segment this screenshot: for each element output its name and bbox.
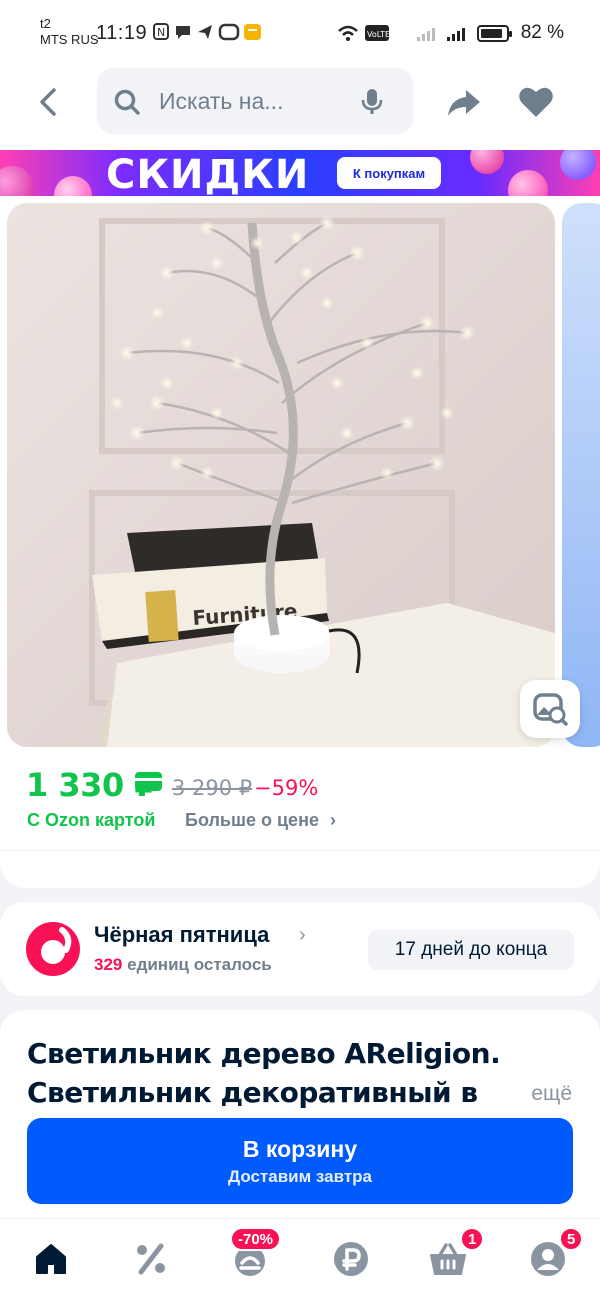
black-friday-title: Чёрная пятница <box>94 922 270 947</box>
notification-icons: N <box>152 22 282 47</box>
days-left-badge: 17 дней до конца <box>368 930 574 970</box>
decor-ball <box>508 170 548 196</box>
promo-title: СКИДКИ <box>106 152 310 196</box>
ozon-card-label[interactable]: С Ozon картой <box>27 810 155 831</box>
search-icon <box>114 89 140 115</box>
chevron-left-icon <box>40 88 56 116</box>
visual-search-button[interactable] <box>520 680 580 738</box>
heart-icon <box>519 87 553 117</box>
next-photo-preview[interactable] <box>562 203 600 747</box>
search-placeholder: Искать на... <box>159 88 284 114</box>
percent-icon <box>137 1243 165 1275</box>
tab-profile-badge: 5 <box>559 1227 584 1251</box>
favorite-button[interactable] <box>516 82 556 122</box>
battery-icon <box>476 24 512 42</box>
top-bar: Искать на... <box>0 64 600 150</box>
tab-fresh-badge: -70% <box>230 1227 282 1251</box>
discount-badge: −59% <box>254 776 319 800</box>
product-title: Светильник дерево AReligion. Светильник … <box>27 1037 501 1109</box>
signal-sim1-icon <box>416 25 435 41</box>
svg-text:N: N <box>157 26 167 39</box>
carrier-name-secondary: MTS RUS <box>40 32 99 47</box>
carrier-info: t2 MTS RUS <box>40 16 99 48</box>
battery-percent: 82 % <box>520 22 564 43</box>
delivery-label: Доставим завтра <box>228 1167 372 1186</box>
decor-ball <box>470 150 504 174</box>
decor-ball <box>0 166 34 196</box>
decor-ball <box>560 150 596 180</box>
share-icon <box>448 90 480 116</box>
system-status: VoLTE 82 % <box>335 22 564 44</box>
add-to-cart-label: В корзину <box>242 1136 358 1162</box>
tab-home[interactable] <box>31 1239 71 1279</box>
units-left-count: 329 <box>94 955 123 974</box>
add-to-cart-button[interactable]: В корзину Доставим завтра <box>27 1118 573 1204</box>
product-photo[interactable]: Furniture <box>7 203 555 747</box>
promo-shop-button[interactable]: К покупкам <box>337 157 441 189</box>
notification-icons-set: N <box>153 23 261 41</box>
microphone-icon[interactable] <box>361 88 383 116</box>
old-price: 3 290 ₽ <box>172 776 253 800</box>
clock: 11:19 <box>96 22 148 44</box>
price-card: 1 330 ₽ 3 290 ₽ −59% С Ozon картой Больш… <box>0 760 600 888</box>
units-left-label: единиц осталось <box>127 955 272 974</box>
ruble-icon <box>334 1242 368 1276</box>
more-price-label: Больше о цене <box>185 810 319 830</box>
chevron-right-icon: › <box>329 810 336 830</box>
share-button[interactable] <box>444 82 484 122</box>
signal-sim2-icon <box>446 25 465 41</box>
expand-title-link[interactable]: ещё <box>531 1082 572 1106</box>
svg-text:VoLTE: VoLTE <box>367 30 390 39</box>
carrier-name-primary: t2 <box>40 16 51 31</box>
bottom-tab-bar: -70% 1 5 <box>0 1218 600 1299</box>
tree-lamp-photo: Furniture <box>7 203 555 747</box>
decor-ball <box>54 176 92 196</box>
promo-banner[interactable]: СКИДКИ К покупкам <box>0 150 600 196</box>
black-friday-card[interactable]: Чёрная пятница › 329 единиц осталось 17 … <box>0 902 600 996</box>
more-price-link[interactable]: Больше о цене › <box>185 810 336 831</box>
units-left: 329 единиц осталось <box>94 955 272 975</box>
back-button[interactable] <box>28 82 68 122</box>
black-friday-logo-icon <box>26 922 80 976</box>
divider <box>0 850 600 851</box>
status-bar: t2 MTS RUS 11:19 N VoLTE 82 % <box>0 0 600 64</box>
tab-cart-badge: 1 <box>460 1227 485 1251</box>
tab-finance[interactable] <box>331 1239 371 1279</box>
tab-sale[interactable] <box>131 1239 171 1279</box>
ozon-card-icon <box>135 772 162 791</box>
search-input[interactable]: Искать на... <box>97 68 413 134</box>
chevron-right-icon: › <box>299 924 306 946</box>
home-icon <box>36 1244 66 1274</box>
wifi-volte-icon: VoLTE <box>337 25 390 41</box>
product-gallery[interactable]: Furniture <box>0 196 600 760</box>
image-search-icon <box>533 693 568 726</box>
